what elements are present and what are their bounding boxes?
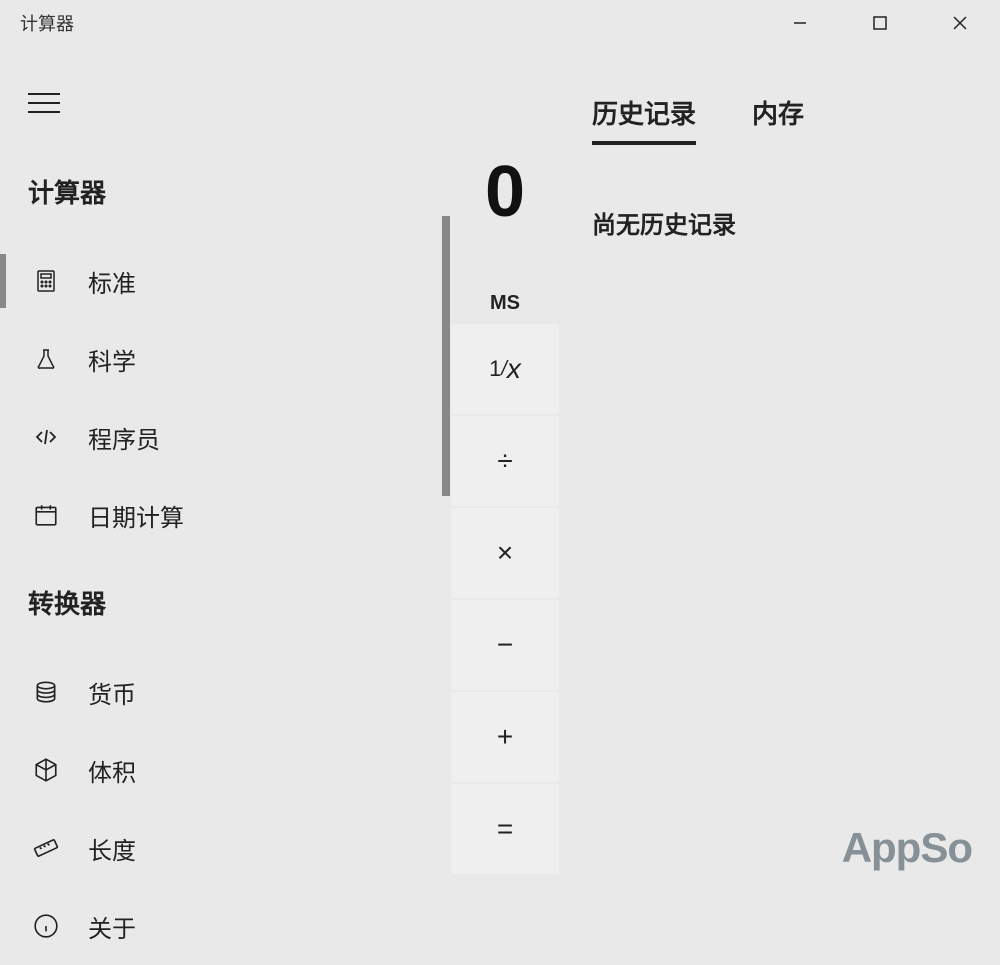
hamburger-menu-button[interactable]	[28, 93, 450, 113]
window-title: 计算器	[20, 10, 74, 36]
flask-icon	[32, 345, 60, 373]
window-controls	[760, 0, 1000, 46]
nav-item-about[interactable]: 关于	[0, 887, 450, 965]
nav-label: 标准	[88, 264, 136, 299]
nav-label: 日期计算	[88, 498, 184, 533]
maximize-button[interactable]	[840, 0, 920, 46]
nav-label: 长度	[88, 831, 136, 866]
cube-icon	[32, 756, 60, 784]
equals-button[interactable]: =	[451, 784, 559, 874]
watermark-logo: AppSo	[842, 824, 972, 872]
nav-label: 程序员	[88, 420, 160, 455]
nav-item-scientific[interactable]: 科学	[0, 320, 450, 398]
history-panel: 历史记录 内存 尚无历史记录	[560, 46, 1000, 892]
tab-memory[interactable]: 内存	[752, 94, 804, 145]
multiply-button[interactable]: ×	[451, 508, 559, 598]
close-button[interactable]	[920, 0, 1000, 46]
nav-item-programmer[interactable]: 程序员	[0, 398, 450, 476]
panel-tabs: 历史记录 内存	[592, 94, 1000, 145]
reciprocal-button[interactable]: 1/x	[451, 324, 559, 414]
info-icon	[32, 912, 60, 940]
calculator-column: 0 MS 1/x ÷ × − + =	[450, 46, 560, 892]
navigation-sidebar: 计算器 标准 科	[0, 46, 450, 892]
subtract-button[interactable]: −	[451, 600, 559, 690]
currency-icon	[32, 678, 60, 706]
nav-label: 体积	[88, 753, 136, 788]
tab-history[interactable]: 历史记录	[592, 94, 696, 145]
calendar-icon	[32, 501, 60, 529]
nav-label: 科学	[88, 342, 136, 377]
add-button[interactable]: +	[451, 692, 559, 782]
calculator-section-header: 计算器	[28, 173, 450, 210]
nav-item-standard[interactable]: 标准	[0, 242, 450, 320]
divide-button[interactable]: ÷	[451, 416, 559, 506]
ruler-icon	[32, 834, 60, 862]
nav-label: 关于	[88, 909, 136, 944]
code-icon	[32, 423, 60, 451]
sidebar-scrollbar[interactable]	[442, 216, 450, 496]
nav-item-length[interactable]: 长度	[0, 809, 450, 887]
minimize-button[interactable]	[760, 0, 840, 46]
display-value: 0	[450, 151, 560, 233]
calculator-icon	[32, 267, 60, 295]
titlebar: 计算器	[0, 0, 1000, 46]
memory-store-button[interactable]: MS	[451, 284, 559, 322]
nav-item-date[interactable]: 日期计算	[0, 476, 450, 554]
converter-section-header: 转换器	[28, 584, 450, 621]
history-empty-message: 尚无历史记录	[592, 205, 1000, 240]
nav-item-volume[interactable]: 体积	[0, 731, 450, 809]
nav-label: 货币	[88, 675, 136, 710]
nav-item-currency[interactable]: 货币	[0, 653, 450, 731]
